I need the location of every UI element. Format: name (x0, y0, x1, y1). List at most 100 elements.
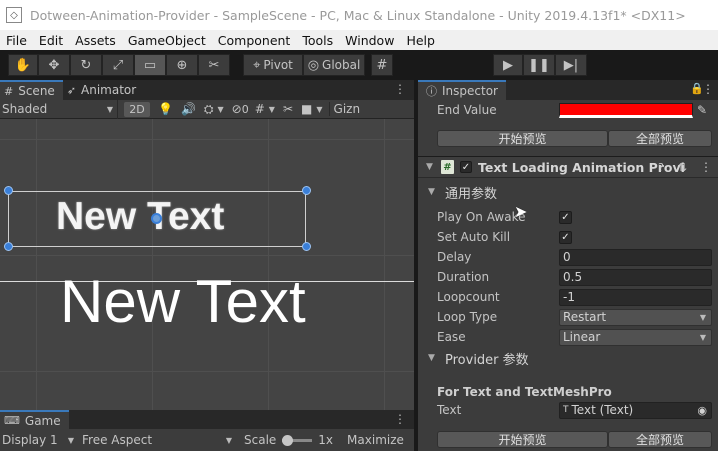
foldout-arrow-icon[interactable]: ▼ (426, 162, 433, 172)
object-picker-icon[interactable]: ◉ (697, 404, 707, 417)
grid-chevron-icon[interactable]: ▼ (269, 105, 275, 114)
provider-params-foldout[interactable]: ▼ Provider 参数 (418, 348, 718, 368)
start-preview-button-2[interactable]: 开始预览 (437, 431, 608, 448)
global-toggle-button[interactable]: ◎ Global (303, 54, 365, 76)
rect-handle-bottom-left[interactable] (4, 242, 13, 251)
grid-line (36, 119, 37, 410)
scale-value: 1x (318, 433, 334, 447)
menu-window[interactable]: Window (339, 33, 400, 48)
rect-tool-icon[interactable]: ▭ (134, 54, 166, 76)
start-preview-button[interactable]: 开始预览 (437, 130, 608, 147)
text-component-icon: T (563, 405, 569, 415)
audio-icon[interactable]: 🔊 (181, 102, 196, 116)
hidden-objects-icon[interactable]: ⊘ (232, 102, 242, 116)
preview-all-button[interactable]: 全部预览 (608, 130, 712, 147)
duration-field[interactable]: 0.5 (559, 268, 712, 286)
loop-type-dropdown[interactable]: Restart ▼ (559, 308, 712, 326)
custom-tool-icon[interactable]: ✂ (198, 54, 230, 76)
menu-edit[interactable]: Edit (33, 33, 69, 48)
gizmos-dropdown[interactable]: Gizn (328, 102, 360, 116)
scene-tab-bar: # Scene ➶ Animator ⋮ (0, 80, 414, 100)
play-button[interactable]: ▶ (493, 54, 523, 76)
scale-tool-icon[interactable]: ⤢ (102, 54, 134, 76)
duration-row: Duration 0.5 (418, 267, 718, 287)
scale-slider[interactable] (282, 434, 313, 446)
menu-gameobject[interactable]: GameObject (122, 33, 212, 48)
gamepad-icon: ⌨ (4, 414, 20, 427)
component-menu-icon[interactable]: ⋮ (700, 160, 712, 174)
rotate-tool-icon[interactable]: ↻ (70, 54, 102, 76)
menu-help[interactable]: Help (400, 33, 441, 48)
scale-slider-knob[interactable] (282, 434, 294, 446)
preview-all-button-2[interactable]: 全部预览 (608, 431, 712, 448)
tab-animator[interactable]: ➶ Animator (63, 80, 144, 100)
loopcount-field[interactable]: -1 (559, 288, 712, 306)
effects-chevron-icon[interactable]: ▼ (218, 105, 224, 114)
move-tool-icon[interactable]: ✥ (38, 54, 70, 76)
display-dropdown[interactable]: Display 1 ▼ (0, 429, 76, 451)
game-toolbar: Display 1 ▼ Free Aspect ▼ Scale 1x Maxim… (0, 429, 414, 451)
menu-component[interactable]: Component (212, 33, 297, 48)
scene-view[interactable]: New Text New Text (0, 119, 414, 410)
2d-mode-toggle[interactable]: 2D (124, 101, 150, 117)
menu-bar: File Edit Assets GameObject Component To… (0, 30, 718, 50)
maximize-toggle[interactable]: Maximize (347, 433, 404, 447)
info-icon: ⓘ (426, 85, 437, 98)
menu-assets[interactable]: Assets (69, 33, 122, 48)
common-params-foldout[interactable]: ▼ 通用参数 (418, 182, 718, 202)
rect-handle-top-right[interactable] (302, 186, 311, 195)
more-options-icon[interactable]: ⋮ (394, 82, 406, 96)
camera-chevron-icon[interactable]: ▼ (316, 105, 322, 114)
aspect-dropdown[interactable]: Free Aspect ▼ (76, 429, 236, 451)
grid-icon[interactable]: # (255, 102, 265, 116)
text-object[interactable]: New Text (60, 267, 306, 336)
tab-scene[interactable]: # Scene (0, 80, 63, 100)
transform-tool-icon[interactable]: ⊕ (166, 54, 198, 76)
grid-line (0, 371, 414, 372)
ease-dropdown[interactable]: Linear ▼ (559, 328, 712, 346)
selected-text-object[interactable]: New Text (56, 195, 224, 239)
play-on-awake-row: Play On Awake ✓ (418, 207, 718, 227)
more-options-icon[interactable]: ⋮ (702, 82, 714, 96)
play-on-awake-checkbox[interactable]: ✓ (559, 210, 572, 224)
effects-icon[interactable]: ⛭ (204, 102, 214, 117)
eyedropper-icon[interactable]: ✎ (697, 103, 707, 117)
menu-tools[interactable]: Tools (296, 33, 339, 48)
text-object-field[interactable]: T Text (Text) ◉ (559, 401, 712, 419)
set-auto-kill-checkbox[interactable]: ✓ (559, 230, 572, 244)
rect-handle-top-left[interactable] (4, 186, 13, 195)
pause-button[interactable]: ❚❚ (523, 54, 555, 76)
pivot-handle[interactable] (151, 213, 162, 224)
hand-tool-icon[interactable]: ✋ (8, 54, 38, 76)
grid-line (0, 139, 414, 140)
game-tab-bar: ⌨ Game ⋮ (0, 409, 414, 430)
shading-mode-dropdown[interactable]: Shaded ▼ (0, 99, 118, 119)
lighting-icon[interactable]: 💡 (158, 102, 173, 116)
component-enabled-checkbox[interactable]: ✓ (460, 161, 472, 173)
camera-icon[interactable]: ■ (301, 102, 312, 116)
chevron-down-icon: ▼ (225, 435, 232, 445)
delay-row: Delay 0 (418, 247, 718, 267)
step-button[interactable]: ▶| (555, 54, 587, 76)
end-value-color-field[interactable] (559, 102, 693, 118)
component-header[interactable]: ▼ # ✓ Text Loading Animation Provi ? ⇅ ⋮ (418, 156, 718, 178)
grid-line (384, 119, 385, 410)
menu-file[interactable]: File (0, 33, 33, 48)
tools-icon[interactable]: ✂ (283, 102, 293, 116)
mouse-cursor-icon: ➤ (514, 202, 528, 221)
help-icon[interactable]: ? (658, 161, 664, 174)
set-auto-kill-row: Set Auto Kill ✓ (418, 227, 718, 247)
tab-inspector[interactable]: ⓘ Inspector (418, 80, 506, 100)
delay-field[interactable]: 0 (559, 248, 712, 266)
scale-label: Scale (244, 433, 277, 447)
rect-handle-bottom-right[interactable] (302, 242, 311, 251)
chevron-down-icon: ▼ (699, 332, 706, 342)
preset-icon[interactable]: ⇅ (678, 161, 687, 174)
pivot-icon: ⌖ (253, 57, 261, 73)
foldout-arrow-icon: ▼ (428, 353, 435, 363)
grid-snap-icon[interactable]: # (371, 54, 393, 76)
more-options-icon[interactable]: ⋮ (394, 412, 406, 426)
grid-line (0, 255, 414, 256)
tab-game[interactable]: ⌨ Game (0, 409, 69, 430)
pivot-toggle-button[interactable]: ⌖ Pivot (243, 54, 303, 76)
